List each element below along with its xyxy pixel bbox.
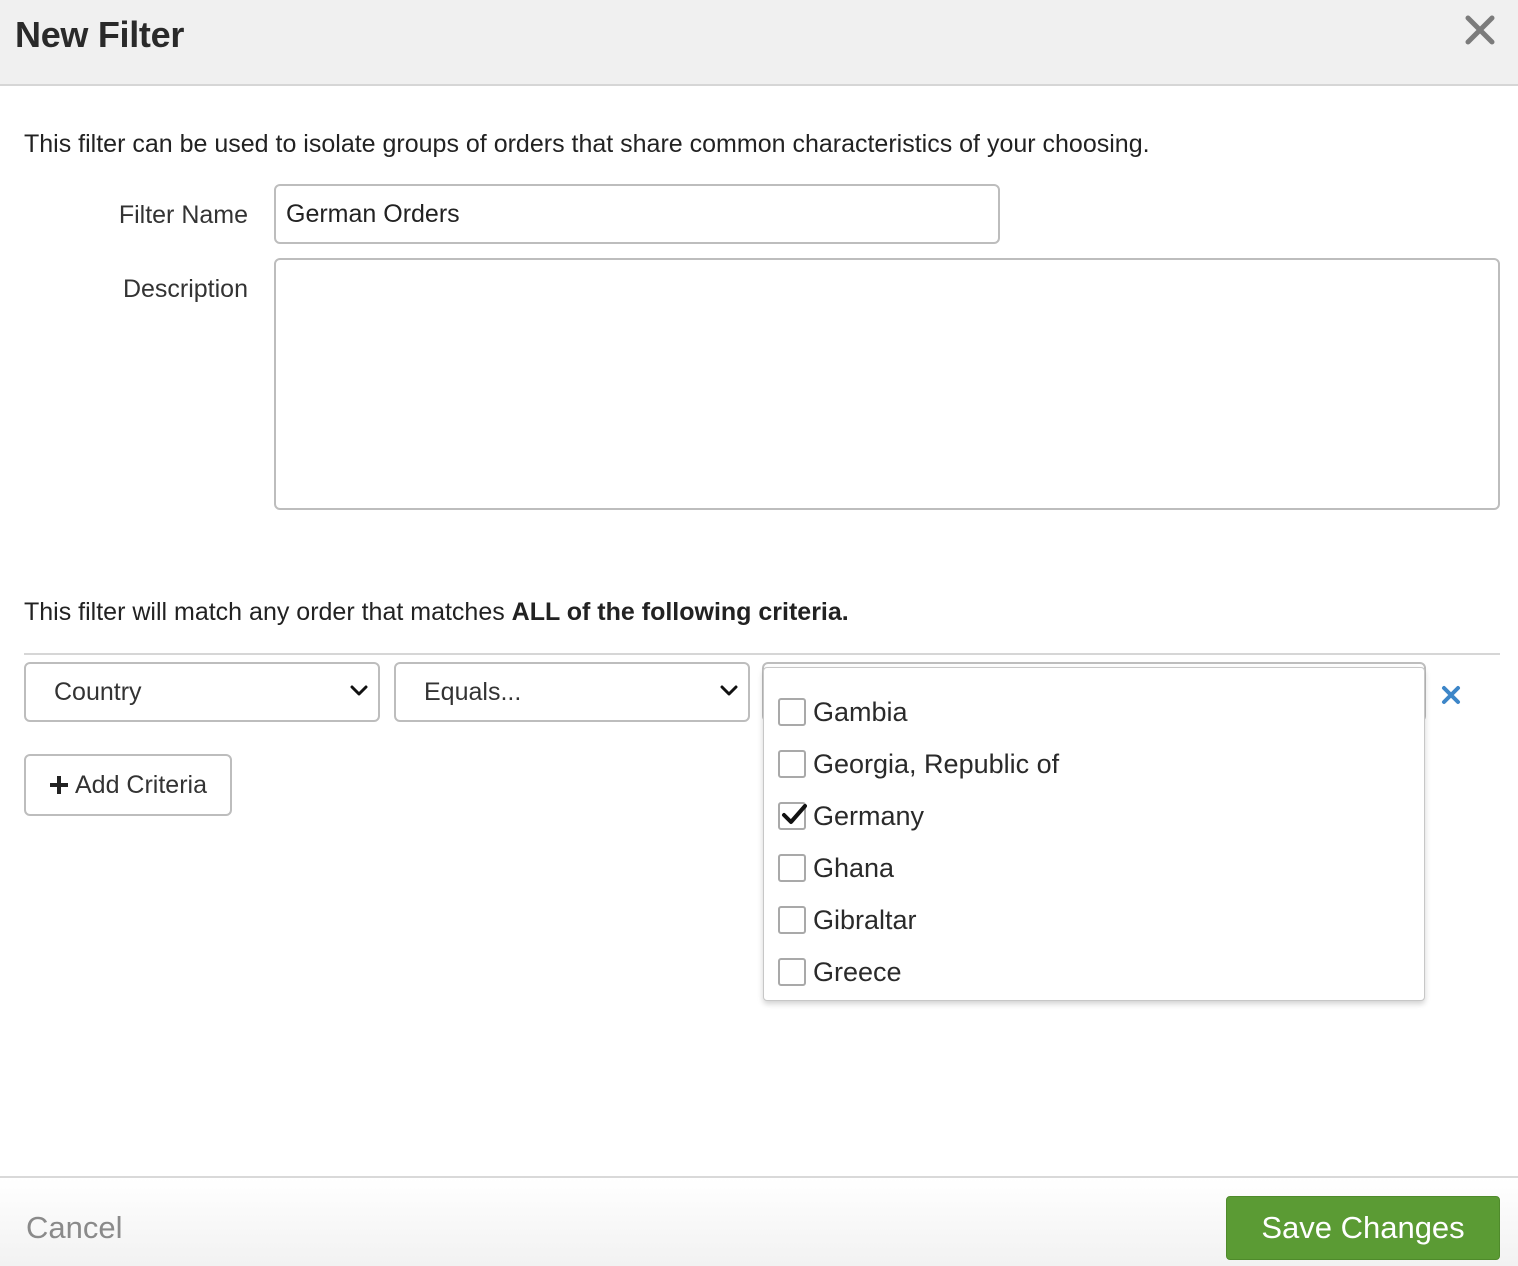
criteria-intro-prefix: This filter will match any order that ma… (24, 598, 512, 626)
checkbox[interactable] (778, 750, 806, 778)
divider (24, 653, 1500, 655)
country-option-georgia[interactable]: Georgia, Republic of (778, 744, 1059, 784)
remove-criteria-icon[interactable] (1441, 685, 1461, 705)
save-changes-button[interactable]: Save Changes (1226, 1196, 1500, 1260)
criteria-intro: This filter will match any order that ma… (24, 598, 849, 627)
checkmark-icon (782, 804, 807, 824)
dialog-header: New Filter (0, 0, 1518, 86)
chevron-down-icon (350, 685, 368, 696)
criteria-field-value: Country (54, 678, 142, 706)
intro-text: This filter can be used to isolate group… (24, 130, 1150, 158)
filter-name-label: Filter Name (118, 201, 248, 229)
option-label: Gibraltar (813, 904, 917, 935)
cancel-button[interactable]: Cancel (26, 1210, 123, 1246)
checkbox-checked[interactable] (778, 802, 807, 830)
dialog-title: New Filter (15, 14, 185, 55)
criteria-intro-bold: ALL of the following criteria. (511, 598, 849, 626)
add-criteria-button[interactable]: Add Criteria (24, 754, 232, 816)
country-option-greece[interactable]: Greece (778, 952, 902, 992)
option-label: Greece (813, 956, 902, 987)
chevron-down-icon (720, 685, 738, 696)
checkbox[interactable] (778, 854, 806, 882)
country-options-list: Gambia Georgia, Republic of Germany Ghan… (763, 667, 1425, 1001)
plus-icon (50, 776, 68, 794)
description-label: Description (122, 275, 248, 303)
option-label: Gambia (813, 696, 908, 727)
checkbox[interactable] (778, 906, 806, 934)
add-criteria-label: Add Criteria (75, 770, 207, 799)
country-option-ghana[interactable]: Ghana (778, 848, 894, 888)
option-label: Ghana (813, 852, 895, 883)
checkbox[interactable] (778, 958, 806, 986)
close-icon[interactable] (1460, 10, 1500, 50)
checkbox[interactable] (778, 698, 806, 726)
country-option-gibraltar[interactable]: Gibraltar (778, 900, 917, 940)
description-textarea[interactable] (274, 258, 1500, 510)
criteria-operator-select[interactable]: Equals... (394, 662, 750, 722)
filter-name-input[interactable]: German Orders (274, 184, 1000, 244)
criteria-operator-value: Equals... (424, 678, 522, 706)
country-option-gambia[interactable]: Gambia (778, 692, 908, 732)
option-label: Georgia, Republic of (813, 748, 1060, 779)
option-label: Germany (813, 800, 925, 831)
country-option-germany[interactable]: Germany (778, 796, 924, 836)
criteria-field-select[interactable]: Country (24, 662, 380, 722)
